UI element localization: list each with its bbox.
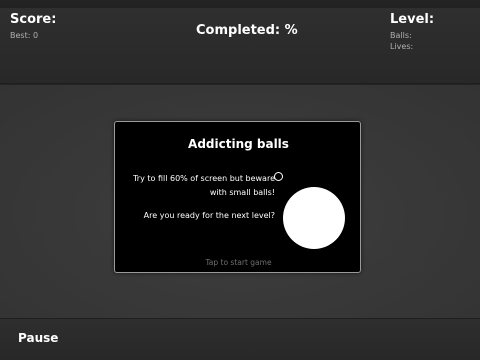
completed-label: Completed: % — [196, 23, 298, 38]
balls-label: Balls: — [390, 31, 412, 40]
big-ball-icon — [283, 187, 345, 249]
dialog-question: Are you ready for the next level? — [143, 211, 275, 220]
start-level-dialog[interactable]: Addicting balls Try to fill 60% of scree… — [114, 121, 361, 273]
tap-to-start-button[interactable]: Tap to start game — [115, 258, 362, 267]
pause-button[interactable]: Pause — [18, 331, 58, 345]
footer-bar — [0, 318, 480, 360]
instruction-line-1: Try to fill 60% of screen but beware — [133, 174, 275, 183]
score-label: Score: — [10, 12, 57, 27]
instruction-line-2: with small balls! — [209, 188, 275, 197]
small-ball-icon — [274, 172, 283, 181]
dialog-instruction: Try to fill 60% of screen but beware wit… — [125, 172, 275, 200]
level-label: Level: — [390, 12, 435, 27]
dialog-title: Addicting balls — [188, 137, 289, 151]
best-score-label: Best: 0 — [10, 31, 39, 40]
top-edge-bar — [0, 0, 480, 8]
lives-label: Lives: — [390, 42, 414, 51]
